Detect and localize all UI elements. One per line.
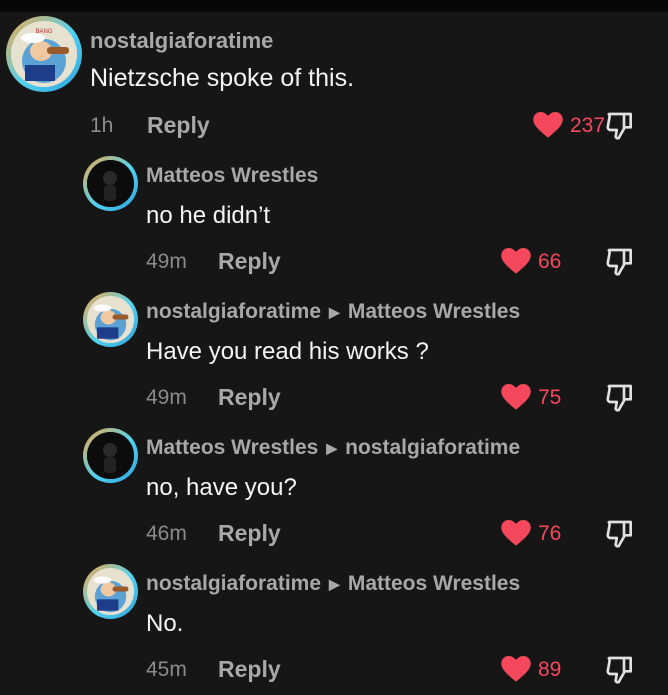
heart-icon bbox=[501, 520, 531, 546]
dark-figure-icon bbox=[87, 432, 134, 479]
thumbs-down-icon[interactable] bbox=[604, 246, 636, 278]
triangle-right-icon: ▶ bbox=[329, 304, 340, 320]
comment-text: No. bbox=[146, 610, 184, 637]
like-button[interactable]: 75 bbox=[501, 384, 561, 411]
comment-text: no, have you? bbox=[146, 474, 297, 501]
comment-time: 49m bbox=[146, 386, 187, 409]
heart-icon bbox=[501, 656, 531, 682]
author-name[interactable]: Matteos Wrestles bbox=[146, 436, 318, 459]
like-count: 237 bbox=[570, 113, 606, 137]
avatar[interactable] bbox=[83, 564, 138, 619]
triangle-right-icon: ▶ bbox=[326, 440, 338, 456]
like-count: 75 bbox=[538, 385, 562, 409]
heart-icon bbox=[501, 384, 531, 410]
comment-time: 49m bbox=[146, 250, 187, 273]
comment-username[interactable]: Matteos Wrestles ▶ nostalgiaforatime bbox=[146, 436, 520, 460]
reply-to-name[interactable]: Matteos Wrestles bbox=[348, 572, 520, 595]
like-count: 89 bbox=[538, 657, 562, 681]
reply-button[interactable]: Reply bbox=[218, 248, 281, 275]
author-name[interactable]: nostalgiaforatime bbox=[146, 300, 321, 323]
like-button[interactable]: 66 bbox=[501, 248, 561, 275]
popeye-icon bbox=[87, 568, 134, 615]
reply-button[interactable]: Reply bbox=[218, 384, 281, 411]
like-button[interactable]: 89 bbox=[501, 656, 561, 683]
comment-reply: nostalgiaforatime ▶ Matteos Wrestles No. 4… bbox=[0, 558, 668, 695]
comment-username[interactable]: nostalgiaforatime ▶ Matteos Wrestles bbox=[146, 300, 520, 324]
reply-to-name[interactable]: Matteos Wrestles bbox=[348, 300, 520, 323]
comment-username[interactable]: nostalgiaforatime bbox=[90, 28, 273, 54]
popeye-icon: BANG bbox=[11, 21, 77, 87]
svg-text:BANG: BANG bbox=[35, 29, 52, 35]
like-button[interactable]: 76 bbox=[501, 520, 561, 547]
comment-reply: nostalgiaforatime ▶ Matteos Wrestles Have … bbox=[0, 286, 668, 422]
like-button[interactable]: 237 bbox=[533, 112, 605, 139]
comment-time: 45m bbox=[146, 658, 187, 681]
popeye-icon bbox=[87, 296, 134, 343]
comment-time: 1h bbox=[90, 114, 114, 137]
reply-to-name[interactable]: nostalgiaforatime bbox=[345, 436, 520, 459]
reply-button[interactable]: Reply bbox=[218, 656, 281, 683]
comment-time: 46m bbox=[146, 522, 187, 545]
thumbs-down-icon[interactable] bbox=[604, 654, 636, 686]
reply-button[interactable]: Reply bbox=[147, 112, 210, 139]
heart-icon bbox=[533, 112, 563, 138]
triangle-right-icon: ▶ bbox=[329, 576, 340, 592]
avatar[interactable] bbox=[83, 292, 138, 347]
comment-text: Nietzsche spoke of this. bbox=[90, 64, 355, 92]
comment-text: no he didn’t bbox=[146, 202, 271, 229]
comment-thread-root: BANG nostalgiaforatime Nietzsche spoke o… bbox=[0, 0, 668, 150]
avatar[interactable] bbox=[83, 156, 138, 211]
comment-reply: Matteos Wrestles ▶ nostalgiaforatime no, h… bbox=[0, 422, 668, 558]
reply-button[interactable]: Reply bbox=[218, 520, 281, 547]
like-count: 76 bbox=[538, 521, 562, 545]
like-count: 66 bbox=[538, 249, 562, 273]
comment-reply: Matteos Wrestles no he didn’t 49m Reply … bbox=[0, 150, 668, 286]
thumbs-down-icon[interactable] bbox=[604, 110, 636, 142]
avatar[interactable]: BANG bbox=[6, 16, 82, 92]
heart-icon bbox=[501, 248, 531, 274]
comment-text: Have you read his works ? bbox=[146, 338, 429, 365]
avatar[interactable] bbox=[83, 428, 138, 483]
comment-username[interactable]: nostalgiaforatime ▶ Matteos Wrestles bbox=[146, 572, 520, 596]
thumbs-down-icon[interactable] bbox=[604, 518, 636, 550]
dark-figure-icon bbox=[87, 160, 134, 207]
author-name[interactable]: nostalgiaforatime bbox=[146, 572, 321, 595]
thumbs-down-icon[interactable] bbox=[604, 382, 636, 414]
comment-username[interactable]: Matteos Wrestles bbox=[146, 164, 318, 188]
